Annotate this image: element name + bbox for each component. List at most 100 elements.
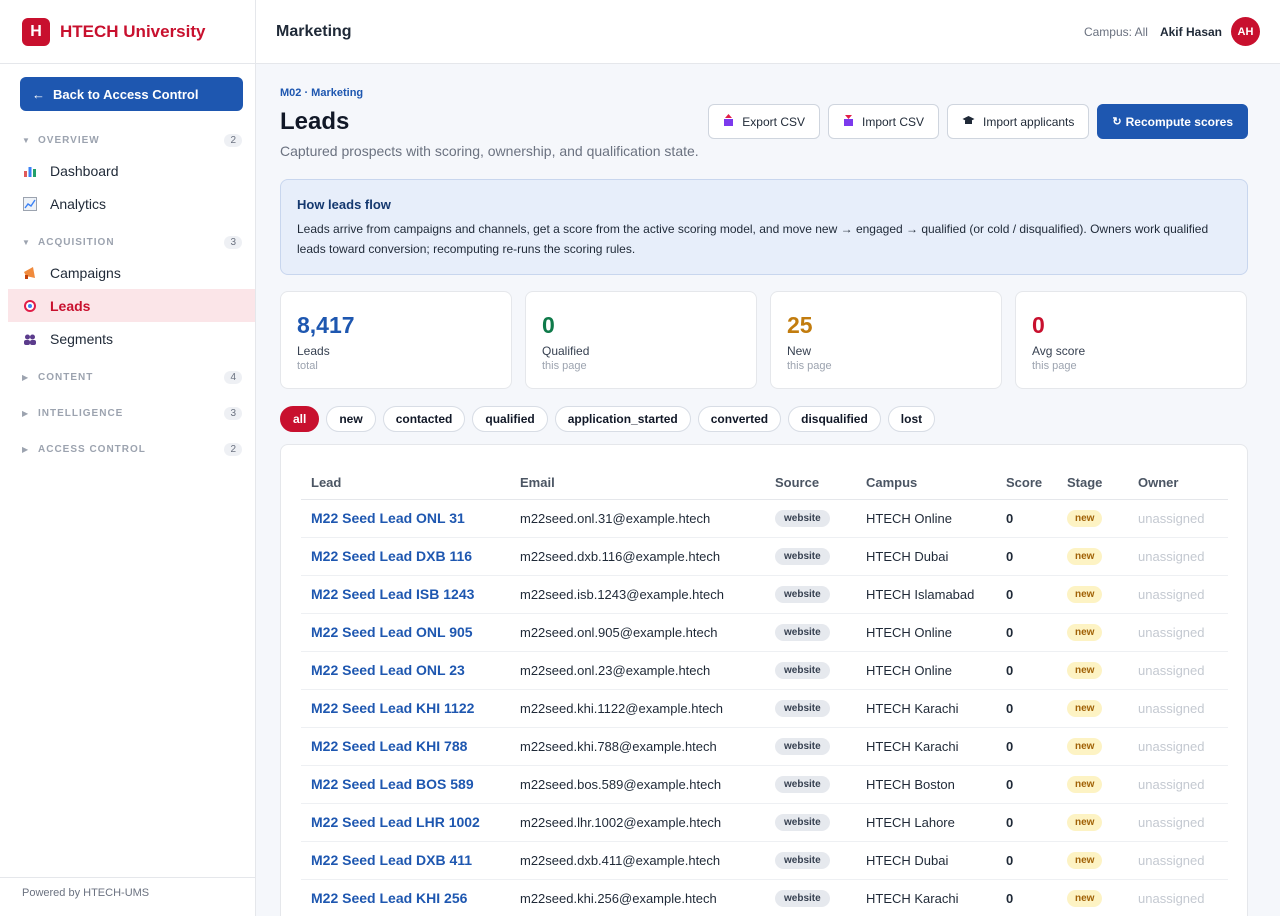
import-csv-button[interactable]: Import CSV [828,104,940,139]
owner-cell: unassigned [1128,499,1228,538]
owner-cell: unassigned [1128,727,1228,766]
user-name[interactable]: Akif Hasan [1160,25,1222,39]
column-header-email[interactable]: Email [510,466,765,500]
brand[interactable]: H HTECH University [0,0,255,64]
campus-cell: HTECH Karachi [856,879,996,916]
table-row[interactable]: M22 Seed Lead ONL 31 m22seed.onl.31@examp… [301,499,1228,538]
filter-chip-disqualified[interactable]: disqualified [788,406,881,432]
university-logo-icon: H [22,17,50,46]
source-badge: website [775,548,830,565]
column-header-campus[interactable]: Campus [856,466,996,500]
owner-cell: unassigned [1128,765,1228,804]
source-badge: website [775,814,830,831]
lead-name-link[interactable]: M22 Seed Lead KHI 1122 [301,689,510,728]
filter-chip-contacted[interactable]: contacted [382,406,466,432]
campus-cell: HTECH Boston [856,765,996,804]
source-cell: website [765,537,856,576]
column-header-stage[interactable]: Stage [1057,466,1128,500]
campus-selector[interactable]: Campus: All [1084,25,1148,39]
table-row[interactable]: M22 Seed Lead LHR 1002 m22seed.lhr.1002@e… [301,803,1228,842]
source-cell: website [765,765,856,804]
leads-table: Lead Email Source Campus Score Stage Owner M22… [301,466,1228,916]
lead-name-link[interactable]: M22 Seed Lead DXB 411 [301,841,510,880]
stat-value: 0 [1032,312,1045,338]
recompute-scores-button[interactable]: ↻ Recompute scores [1097,104,1248,139]
section-label: CONTENT [38,371,94,383]
filter-chip-new[interactable]: new [326,406,376,432]
lead-name-link[interactable]: M22 Seed Lead LHR 1002 [301,803,510,842]
column-header-source[interactable]: Source [765,466,856,500]
section-access-control[interactable]: ▶ ACCESS CONTROL 2 [0,440,256,458]
lead-email: m22seed.onl.31@example.htech [510,499,765,538]
source-badge: website [775,700,830,717]
sidebar-item-dashboard[interactable]: Dashboard [8,154,255,187]
section-overview[interactable]: ▼ OVERVIEW 2 [0,131,256,149]
stage-cell: new [1057,727,1128,766]
lead-name-link[interactable]: M22 Seed Lead ISB 1243 [301,575,510,614]
lead-name-link[interactable]: M22 Seed Lead KHI 256 [301,879,510,916]
score-cell: 0 [996,575,1057,614]
score-cell: 0 [996,841,1057,880]
sidebar-item-leads[interactable]: Leads [8,289,255,322]
stat-card: 0 Avg score this page [1015,291,1247,389]
sidebar-item-analytics[interactable]: Analytics [8,187,255,220]
table-row[interactable]: M22 Seed Lead ISB 1243 m22seed.isb.1243@e… [301,575,1228,614]
lead-name-link[interactable]: M22 Seed Lead ONL 23 [301,651,510,690]
column-header-score[interactable]: Score [996,466,1057,500]
filter-chip-lost[interactable]: lost [887,406,936,432]
table-row[interactable]: M22 Seed Lead DXB 116 m22seed.dxb.116@exa… [301,537,1228,576]
table-row[interactable]: M22 Seed Lead ONL 905 m22seed.onl.905@exa… [301,613,1228,652]
column-header-lead[interactable]: Lead [301,466,510,500]
filter-chip-all[interactable]: all [280,406,320,432]
table-row[interactable]: M22 Seed Lead ONL 23 m22seed.onl.23@examp… [301,651,1228,690]
campus-cell: HTECH Online [856,499,996,538]
lead-name-link[interactable]: M22 Seed Lead ONL 905 [301,613,510,652]
export-csv-button[interactable]: Export CSV [708,104,820,139]
source-badge: website [775,586,830,603]
lead-name-link[interactable]: M22 Seed Lead KHI 788 [301,727,510,766]
import-applicants-button[interactable]: Import applicants [947,104,1090,139]
filter-chip-application-started[interactable]: application_started [554,406,691,432]
column-header-owner[interactable]: Owner [1128,466,1228,500]
stat-sublabel: this page [542,360,587,372]
stage-cell: new [1057,841,1128,880]
caret-down-icon: ▼ [22,135,30,145]
stage-cell: new [1057,879,1128,916]
lead-name-link[interactable]: M22 Seed Lead BOS 589 [301,765,510,804]
topbar-title: Marketing [276,22,352,40]
source-cell: website [765,841,856,880]
sidebar-item-label: Analytics [50,195,107,212]
stat-label: Avg score [1032,344,1086,358]
section-acquisition[interactable]: ▼ ACQUISITION 3 [0,233,256,251]
table-row[interactable]: M22 Seed Lead KHI 788 m22seed.khi.788@exa… [301,727,1228,766]
source-cell: website [765,727,856,766]
table-row[interactable]: M22 Seed Lead KHI 1122 m22seed.khi.1122@e… [301,689,1228,728]
owner-cell: unassigned [1128,879,1228,916]
sidebar-item-segments[interactable]: Segments [8,322,255,355]
table-row[interactable]: M22 Seed Lead BOS 589 m22seed.bos.589@exa… [301,765,1228,804]
section-content[interactable]: ▶ CONTENT 4 [0,368,256,386]
stage-cell: new [1057,575,1128,614]
lead-email: m22seed.lhr.1002@example.htech [510,803,765,842]
sidebar-item-campaigns[interactable]: Campaigns [8,256,255,289]
lead-name-link[interactable]: M22 Seed Lead ONL 31 [301,499,510,538]
owner-cell: unassigned [1128,841,1228,880]
download-icon [843,114,854,129]
stage-badge: new [1067,738,1103,755]
section-count: 3 [224,235,242,249]
stage-cell: new [1057,803,1128,842]
lead-email: m22seed.khi.788@example.htech [510,727,765,766]
table-row[interactable]: M22 Seed Lead KHI 256 m22seed.khi.256@exa… [301,879,1228,916]
back-to-access-control-button[interactable]: ← Back to Access Control [20,77,243,111]
filter-chip-qualified[interactable]: qualified [472,406,548,432]
caret-right-icon: ▶ [22,408,29,418]
lead-email: m22seed.khi.1122@example.htech [510,689,765,728]
stage-badge: new [1067,548,1103,565]
avatar[interactable]: AH [1231,17,1260,46]
lead-name-link[interactable]: M22 Seed Lead DXB 116 [301,537,510,576]
upload-icon [723,114,734,129]
filter-chip-converted[interactable]: converted [697,406,782,432]
table-header-row: Lead Email Source Campus Score Stage Owner [301,466,1228,500]
table-row[interactable]: M22 Seed Lead DXB 411 m22seed.dxb.411@exa… [301,841,1228,880]
section-intelligence[interactable]: ▶ INTELLIGENCE 3 [0,404,256,422]
